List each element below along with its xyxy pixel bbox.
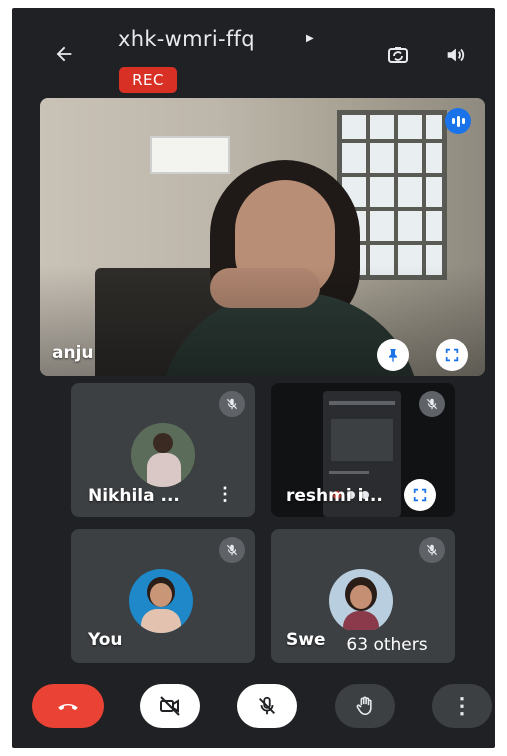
- camera-off-icon: [160, 696, 180, 716]
- avatar: [131, 423, 195, 487]
- end-call-button[interactable]: [32, 684, 104, 728]
- avatar: [329, 569, 393, 633]
- camera-toggle-button[interactable]: [140, 684, 200, 728]
- back-arrow-icon[interactable]: [50, 40, 78, 68]
- more-vert-icon[interactable]: ⋮: [216, 484, 234, 505]
- caret-right-icon[interactable]: ▶: [306, 33, 314, 44]
- recording-badge: REC: [119, 67, 177, 93]
- more-vert-icon: ⋮: [451, 693, 473, 718]
- mic-off-icon: [419, 391, 445, 417]
- mic-off-icon: [419, 537, 445, 563]
- participant-name: Nikhila ...: [88, 486, 180, 506]
- raise-hand-button[interactable]: [335, 684, 395, 728]
- participant-name: You: [88, 630, 123, 650]
- switch-camera-icon[interactable]: [383, 40, 413, 70]
- mic-off-icon: [219, 391, 245, 417]
- participant-name: Swe: [286, 630, 326, 650]
- speaker-icon[interactable]: [440, 40, 470, 70]
- mic-off-icon: [219, 537, 245, 563]
- avatar: [129, 569, 193, 633]
- fullscreen-icon[interactable]: [404, 479, 436, 511]
- pin-icon[interactable]: [377, 339, 409, 371]
- video-shade: [40, 98, 485, 376]
- end-call-icon: [58, 703, 78, 711]
- mic-off-icon: [259, 696, 275, 715]
- participant-name: reshmi i...: [286, 486, 383, 506]
- raise-hand-icon: [356, 696, 372, 716]
- fullscreen-icon[interactable]: [436, 339, 468, 371]
- main-tile-name: anju: [52, 343, 94, 363]
- others-count-badge[interactable]: 63 others: [324, 630, 450, 660]
- meeting-code-title[interactable]: xhk-wmri-ffq: [118, 27, 255, 51]
- speaking-indicator-icon: [445, 108, 471, 134]
- main-video-tile[interactable]: [40, 98, 485, 376]
- mic-toggle-button[interactable]: [237, 684, 297, 728]
- more-options-button[interactable]: ⋮: [432, 684, 492, 728]
